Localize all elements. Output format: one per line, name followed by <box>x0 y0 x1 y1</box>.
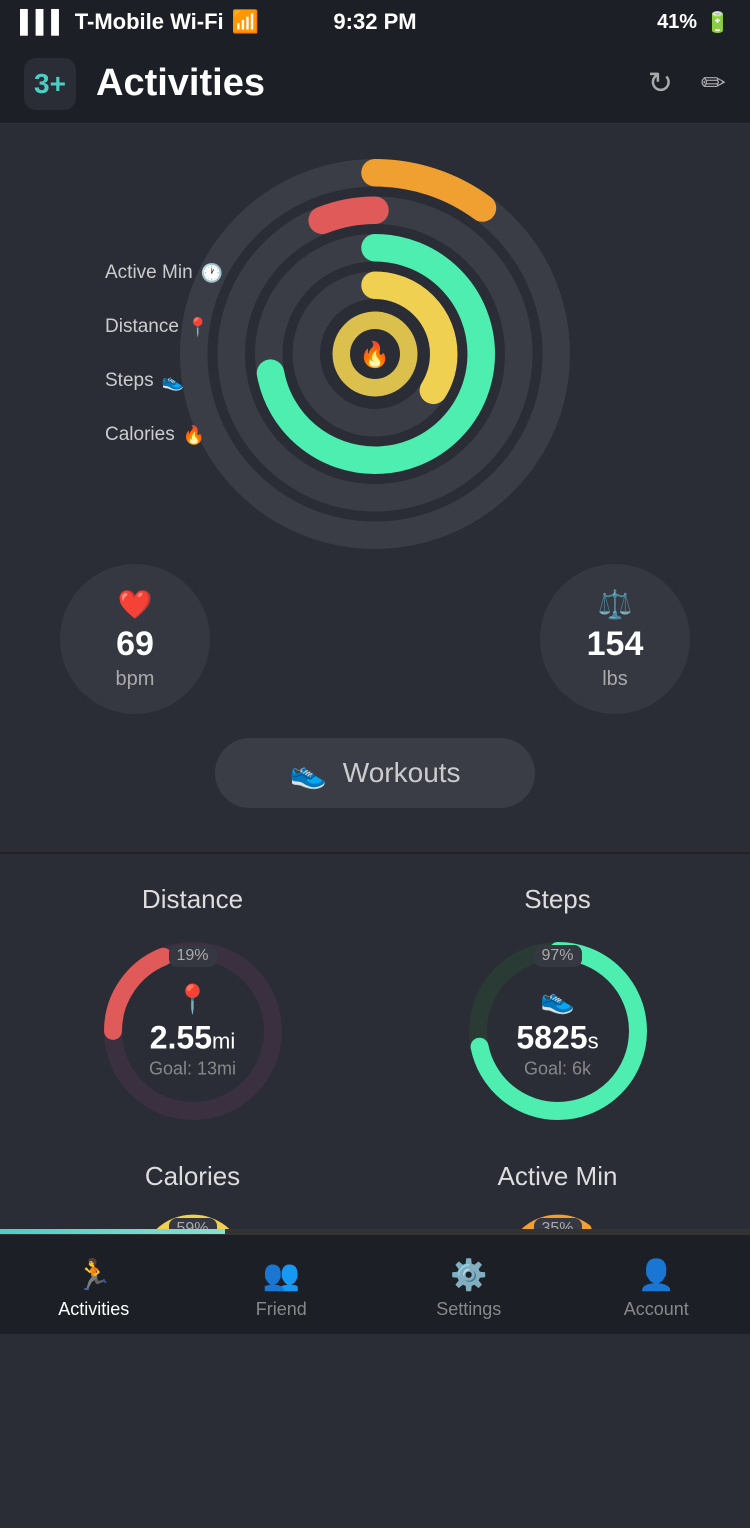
steps-center: 👟 5825s Goal: 6k <box>516 983 598 1080</box>
svg-text:🔥: 🔥 <box>359 340 390 369</box>
location-icon: 📍 <box>187 317 209 338</box>
nav-settings-label: Settings <box>436 1299 501 1320</box>
weight-icon: ⚖️ <box>598 588 633 621</box>
nav-activities-label: Activities <box>58 1299 129 1320</box>
page-title: Activities <box>96 62 648 105</box>
app-header: 3+ Activities ↻ ✏ <box>0 44 750 124</box>
distance-center: 📍 2.55mi Goal: 13mi <box>149 983 236 1080</box>
distance-metric-title: Distance <box>142 884 243 915</box>
workouts-label: Workouts <box>343 757 461 789</box>
status-left: ▌▌▌ T-Mobile Wi-Fi 📶 <box>20 9 259 35</box>
heart-rate-unit: bpm <box>116 668 155 691</box>
calories-label: Calories 🔥 <box>105 424 223 446</box>
nav-settings-icon: ⚙️ <box>450 1258 487 1293</box>
nav-friend[interactable]: 👥 Friend <box>188 1250 376 1320</box>
status-right: 41% 🔋 <box>657 10 730 35</box>
app-logo: 3+ <box>24 58 76 110</box>
shoe-icon: 👟 <box>162 371 184 392</box>
distance-center-goal: Goal: 13mi <box>149 1059 236 1080</box>
nav-account-label: Account <box>624 1299 689 1320</box>
nav-settings[interactable]: ⚙️ Settings <box>375 1250 563 1320</box>
ring-labels: Active Min 🕐 Distance 📍 Steps 👟 Calories… <box>105 262 223 446</box>
steps-metric-title: Steps <box>524 884 591 915</box>
distance-metric: Distance 19% 📍 2.55mi Goal: 13mi <box>20 884 365 1131</box>
ring-chart-container: Active Min 🕐 Distance 📍 Steps 👟 Calories… <box>75 154 675 554</box>
bottom-nav: 🏃 Activities 👥 Friend ⚙️ Settings 👤 Acco… <box>0 1234 750 1334</box>
steps-center-icon: 👟 <box>516 983 598 1016</box>
workouts-button[interactable]: 👟 Workouts <box>215 738 535 808</box>
nav-activities-icon: 🏃 <box>75 1258 112 1293</box>
steps-percent: 97% <box>533 945 581 967</box>
steps-ring: 97% 👟 5825s Goal: 6k <box>458 931 658 1131</box>
nav-friend-icon: 👥 <box>263 1258 300 1293</box>
steps-center-value: 5825s <box>516 1020 598 1057</box>
nav-activities[interactable]: 🏃 Activities <box>0 1250 188 1320</box>
signal-icon: ▌▌▌ <box>20 9 67 35</box>
distance-ring: 19% 📍 2.55mi Goal: 13mi <box>93 931 293 1131</box>
heart-icon: ❤️ <box>118 588 153 621</box>
steps-metric: Steps 97% 👟 5825s Goal: 6k <box>385 884 730 1131</box>
weight-stat: ⚖️ 154 lbs <box>540 564 690 714</box>
distance-percent: 19% <box>168 945 216 967</box>
edit-icon[interactable]: ✏ <box>701 66 726 101</box>
weight-value: 154 <box>587 625 644 664</box>
distance-center-icon: 📍 <box>149 983 236 1016</box>
nav-account-icon: 👤 <box>638 1258 675 1293</box>
battery-icon: 🔋 <box>705 10 730 35</box>
refresh-icon[interactable]: ↻ <box>648 66 673 101</box>
metrics-section: Distance 19% 📍 2.55mi Goal: 13mi Steps <box>0 854 750 1528</box>
status-time: 9:32 PM <box>333 9 416 35</box>
distance-center-value: 2.55mi <box>149 1020 236 1057</box>
calories-metric-title: Calories <box>145 1161 240 1192</box>
steps-label: Steps 👟 <box>105 370 223 392</box>
battery-label: 41% <box>657 11 697 34</box>
wifi-icon: 📶 <box>232 9 259 35</box>
status-bar: ▌▌▌ T-Mobile Wi-Fi 📶 9:32 PM 41% 🔋 <box>0 0 750 44</box>
header-actions: ↻ ✏ <box>648 66 726 101</box>
workouts-icon: 👟 <box>289 756 326 791</box>
nav-account[interactable]: 👤 Account <box>563 1250 750 1320</box>
activity-rings-svg: 🔥 <box>175 154 575 554</box>
active-min-metric-title: Active Min <box>498 1161 618 1192</box>
nav-friend-label: Friend <box>256 1299 307 1320</box>
steps-center-goal: Goal: 6k <box>516 1059 598 1080</box>
carrier-label: T-Mobile Wi-Fi <box>75 9 224 35</box>
heart-rate-stat: ❤️ 69 bpm <box>60 564 210 714</box>
activity-section: Active Min 🕐 Distance 📍 Steps 👟 Calories… <box>0 124 750 852</box>
distance-label: Distance 📍 <box>105 316 223 338</box>
stats-row: ❤️ 69 bpm ⚖️ 154 lbs <box>20 564 730 714</box>
heart-rate-value: 69 <box>116 625 154 664</box>
active-min-label: Active Min 🕐 <box>105 262 223 284</box>
clock-icon: 🕐 <box>201 263 223 284</box>
fire-icon: 🔥 <box>183 425 205 446</box>
weight-unit: lbs <box>602 668 628 691</box>
